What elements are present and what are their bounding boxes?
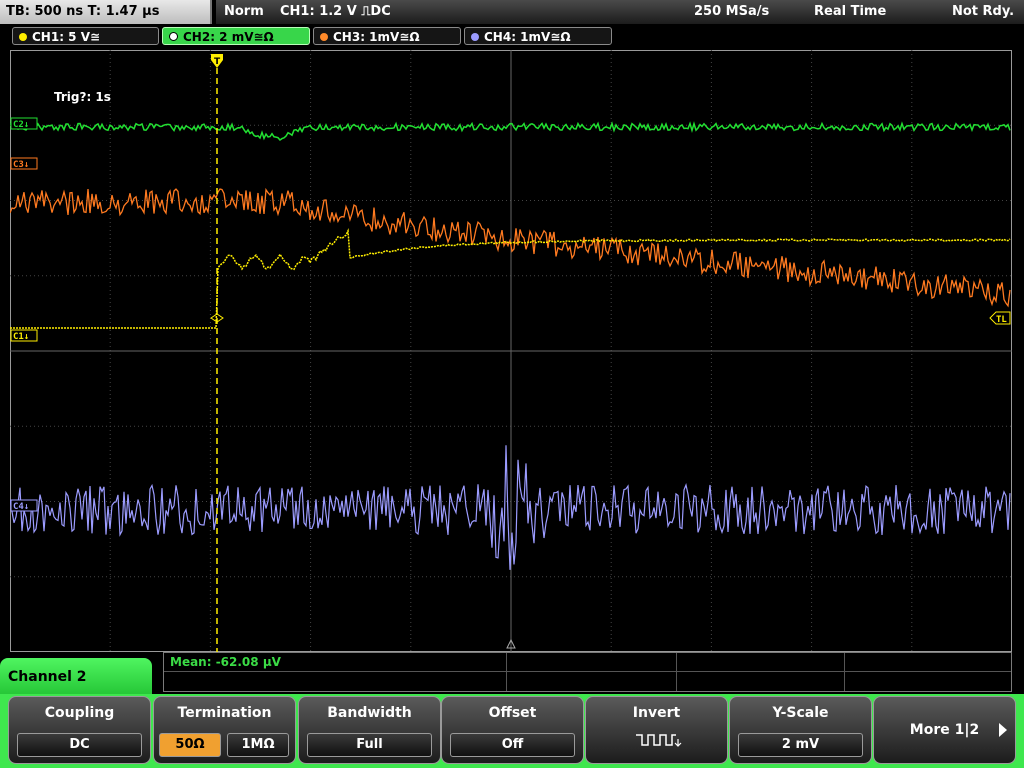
channel-4-color-icon xyxy=(471,33,479,41)
trigger-level-marker: TL xyxy=(996,315,1007,325)
bandwidth-value[interactable]: Full xyxy=(307,733,432,757)
coupling-softkey[interactable]: Coupling DC xyxy=(8,696,151,764)
waveform-display[interactable]: T C2↓ C3↓ C1↓ C4↓ TL xyxy=(10,50,1012,652)
channel-2-button[interactable]: CH2: 2 mV≅Ω xyxy=(162,27,310,45)
ready-status: Not Rdy. xyxy=(952,4,1015,19)
channel-1-color-icon xyxy=(19,33,27,41)
termination-1m-ohm[interactable]: 1MΩ xyxy=(227,733,289,757)
channel-2-trace xyxy=(10,121,1011,142)
channel-2-marker: C2↓ xyxy=(13,120,29,130)
timebase-readout[interactable]: TB: 500 ns T: 1.47 µs xyxy=(0,0,212,24)
invert-softkey[interactable]: Invert xyxy=(585,696,728,764)
channel-4-marker: C4↓ xyxy=(13,502,29,512)
offset-softkey[interactable]: Offset Off xyxy=(441,696,584,764)
menu-title: Channel 2 xyxy=(0,658,152,698)
trigger-mode[interactable]: Norm xyxy=(224,0,264,24)
channel-3-label: CH3: 1mV≅Ω xyxy=(333,30,420,44)
channel-1-button[interactable]: CH1: 5 V≅ xyxy=(12,27,159,45)
termination-label: Termination xyxy=(177,705,272,721)
channel-4-trace xyxy=(10,445,1011,570)
channel-3-button[interactable]: CH3: 1mV≅Ω xyxy=(313,27,461,45)
bandwidth-softkey[interactable]: Bandwidth Full xyxy=(298,696,441,764)
channel-4-label: CH4: 1mV≅Ω xyxy=(484,30,571,44)
svg-text:T: T xyxy=(214,57,221,67)
measurement-panel: Mean: -62.08 µV xyxy=(163,652,1012,692)
trigger-info: Trig?: 1s xyxy=(54,90,111,104)
channel-2-label: CH2: 2 mV≅Ω xyxy=(183,30,274,44)
timebase-text: TB: 500 ns T: 1.47 µs xyxy=(6,4,160,19)
coupling-value[interactable]: DC xyxy=(17,733,142,757)
sample-rate: 250 MSa/s xyxy=(694,4,770,19)
coupling-label: Coupling xyxy=(44,705,115,721)
y-scale-softkey[interactable]: Y-Scale 2 mV xyxy=(729,696,872,764)
termination-softkey[interactable]: Termination 50Ω 1MΩ xyxy=(153,696,296,764)
status-bar: TB: 500 ns T: 1.47 µs Norm CH1: 1.2 V ⎍D… xyxy=(0,0,1024,24)
bandwidth-label: Bandwidth xyxy=(327,705,412,721)
channel-3-marker: C3↓ xyxy=(13,160,29,170)
trigger-source[interactable]: CH1: 1.2 V ⎍DC xyxy=(280,0,391,24)
channel-1-trace xyxy=(10,228,1011,329)
invert-label: Invert xyxy=(632,705,681,721)
channel-bar: CH1: 5 V≅ CH2: 2 mV≅Ω CH3: 1mV≅Ω CH4: 1m… xyxy=(0,26,1024,48)
mean-measurement: Mean: -62.08 µV xyxy=(170,655,281,669)
acquisition-mode: Real Time xyxy=(814,4,887,19)
acquisition-bar: Norm CH1: 1.2 V ⎍DC 250 MSa/s Real Time … xyxy=(216,0,1024,24)
arrow-right-icon xyxy=(999,723,1007,737)
channel-1-label: CH1: 5 V≅ xyxy=(32,30,101,44)
more-label: More 1|2 xyxy=(909,722,980,738)
invert-waveform-icon xyxy=(636,734,682,747)
more-softkey[interactable]: More 1|2 xyxy=(873,696,1016,764)
channel-3-trace xyxy=(10,187,1011,308)
channel-3-color-icon xyxy=(320,33,328,41)
y-scale-value[interactable]: 2 mV xyxy=(738,733,863,757)
offset-label: Offset xyxy=(488,705,537,721)
channel-4-button[interactable]: CH4: 1mV≅Ω xyxy=(464,27,612,45)
y-scale-label: Y-Scale xyxy=(772,705,829,721)
channel-2-color-icon xyxy=(169,32,178,41)
softkey-bar: Coupling DC Termination 50Ω 1MΩ Bandwidt… xyxy=(0,694,1024,768)
channel-1-marker: C1↓ xyxy=(13,332,29,342)
termination-50-ohm[interactable]: 50Ω xyxy=(159,733,221,757)
offset-value[interactable]: Off xyxy=(450,733,575,757)
